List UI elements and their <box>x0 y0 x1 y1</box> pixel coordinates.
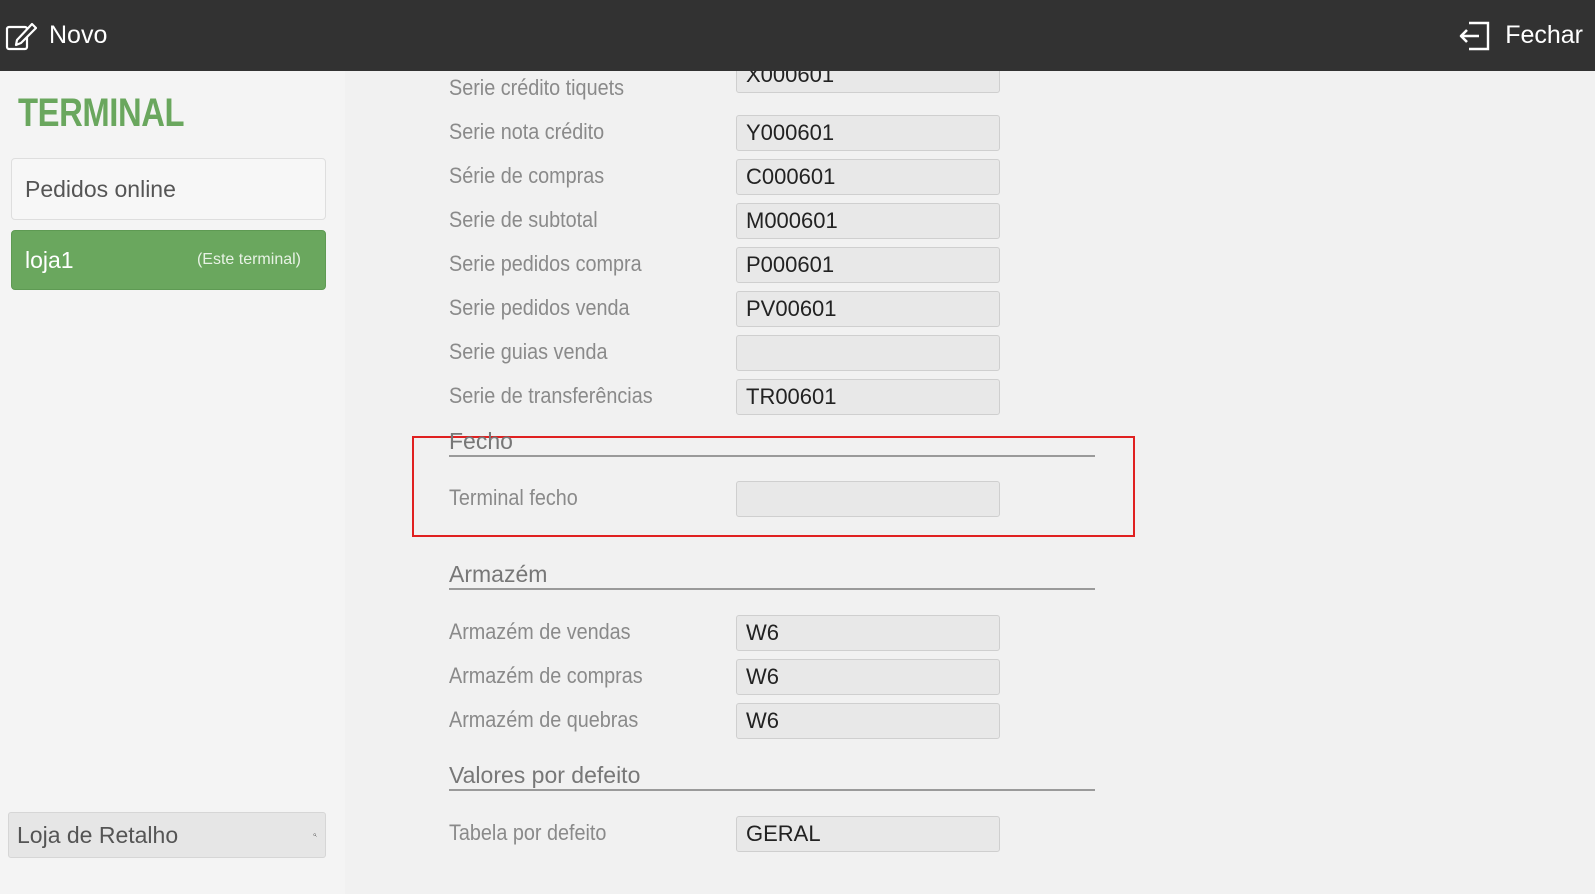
serie-subtotal-field[interactable]: M000601 <box>736 203 1000 239</box>
top-bar: Novo Fechar <box>0 0 1595 71</box>
field-label: Armazém de quebras <box>449 707 639 732</box>
form-row: Serie de transferências TR00601 <box>449 379 1349 415</box>
form-row: Terminal fecho <box>449 481 1349 517</box>
section-fecho: Fecho <box>449 423 1095 457</box>
form-row: Armazém de compras W6 <box>449 659 1349 695</box>
form-row: Série de compras C000601 <box>449 159 1349 195</box>
form-row: Serie pedidos venda PV00601 <box>449 291 1349 327</box>
armazem-vendas-field[interactable]: W6 <box>736 615 1000 651</box>
field-label: Serie pedidos venda <box>449 295 630 320</box>
field-label: Serie guias venda <box>449 339 608 364</box>
section-armazem: Armazém <box>449 556 1095 590</box>
form-row: Serie de subtotal M000601 <box>449 203 1349 239</box>
sidebar-item-loja1[interactable]: loja1 (Este terminal) <box>11 230 326 290</box>
form-row: Armazém de quebras W6 <box>449 703 1349 739</box>
form-row: Armazém de vendas W6 <box>449 615 1349 651</box>
field-label: Serie de transferências <box>449 383 653 408</box>
sidebar-item-pedidos-online[interactable]: Pedidos online <box>11 158 326 220</box>
sidebar-item-label: loja1 <box>25 246 74 273</box>
form-row: Serie guias venda <box>449 335 1349 371</box>
serie-nota-credito-field[interactable]: Y000601 <box>736 115 1000 151</box>
field-label: Armazém de vendas <box>449 619 631 644</box>
form-row: Serie nota crédito Y000601 <box>449 115 1349 151</box>
main-form: Serie crédito tiquets X000601 Serie nota… <box>345 71 1595 894</box>
field-label: Serie crédito tiquets <box>449 75 624 100</box>
serie-compras-field[interactable]: C000601 <box>736 159 1000 195</box>
field-label: Serie pedidos compra <box>449 251 642 276</box>
field-label: Serie nota crédito <box>449 119 605 144</box>
close-button-label: Fechar <box>1505 21 1583 49</box>
field-label: Terminal fecho <box>449 485 578 510</box>
terminal-fecho-field[interactable] <box>736 481 1000 517</box>
search-icon[interactable] <box>313 823 317 847</box>
serie-pedidos-compra-field[interactable]: P000601 <box>736 247 1000 283</box>
section-valores-defeito: Valores por defeito <box>449 757 1095 791</box>
sidebar-item-label: Pedidos online <box>25 175 176 202</box>
serie-guias-venda-field[interactable] <box>736 335 1000 371</box>
sidebar: TERMINAL Pedidos online loja1 (Este term… <box>0 71 345 894</box>
sidebar-item-sublabel: (Este terminal) <box>196 251 301 268</box>
tabela-defeito-field[interactable]: GERAL <box>736 816 1000 852</box>
store-search-input[interactable] <box>17 821 313 849</box>
form-row: Serie pedidos compra P000601 <box>449 247 1349 283</box>
serie-pedidos-venda-field[interactable]: PV00601 <box>736 291 1000 327</box>
form-row: Tabela por defeito GERAL <box>449 816 1349 852</box>
section-title: Valores por defeito <box>449 762 641 788</box>
new-button-label: Novo <box>49 21 108 49</box>
field-label: Serie de subtotal <box>449 207 598 232</box>
exit-icon <box>1459 21 1490 50</box>
field-label: Tabela por defeito <box>449 820 607 845</box>
close-button[interactable]: Fechar <box>1457 0 1583 71</box>
new-button[interactable]: Novo <box>5 0 107 71</box>
serie-credito-tiquets-field[interactable]: X000601 <box>736 71 1000 93</box>
serie-transferencias-field[interactable]: TR00601 <box>736 379 1000 415</box>
field-label: Série de compras <box>449 163 605 188</box>
sidebar-title: TERMINAL <box>18 91 185 135</box>
form-row: Serie crédito tiquets X000601 <box>449 71 1349 107</box>
armazem-quebras-field[interactable]: W6 <box>736 703 1000 739</box>
section-title: Fecho <box>449 428 513 454</box>
store-search <box>8 812 326 858</box>
field-label: Armazém de compras <box>449 663 643 688</box>
edit-icon <box>5 22 37 50</box>
section-title: Armazém <box>449 561 548 587</box>
armazem-compras-field[interactable]: W6 <box>736 659 1000 695</box>
